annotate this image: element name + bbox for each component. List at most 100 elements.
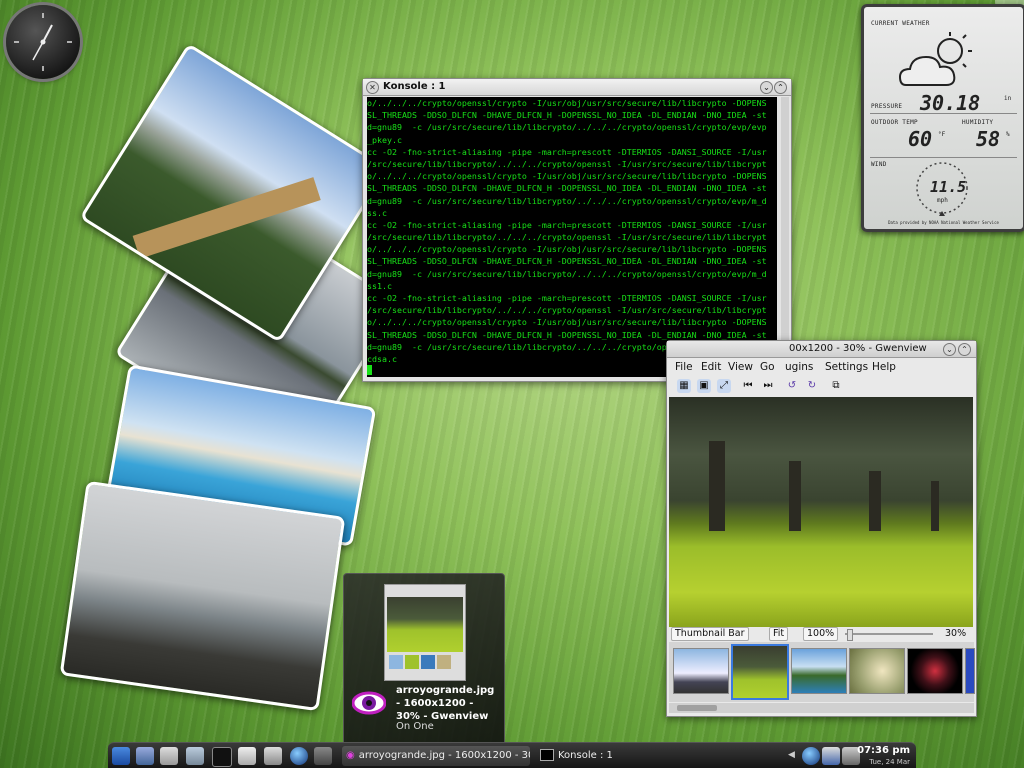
- terminal-line: cc -O2 -fno-strict-aliasing -pipe -march…: [367, 293, 767, 303]
- terminal-line: o/../../../crypto/openssl/crypto -I/usr/…: [367, 171, 767, 182]
- trash-icon[interactable]: [160, 747, 178, 765]
- thumbnail[interactable]: [849, 648, 905, 694]
- menu-view[interactable]: View: [728, 358, 753, 376]
- desktop[interactable]: CURRENT WEATHER PRESSURE 30.18 in OUTDOO…: [0, 0, 1024, 768]
- thumbnail[interactable]: [791, 648, 847, 694]
- divider: [870, 157, 1017, 158]
- terminal-icon[interactable]: [212, 747, 232, 767]
- thumbnail[interactable]: [673, 648, 729, 694]
- maximize-icon[interactable]: ⌃: [958, 343, 971, 356]
- browse-icon[interactable]: ▦: [677, 379, 691, 393]
- mini-thumb: [437, 655, 451, 669]
- terminal-line: SL_THREADS -DDSO_DLFCN -DHAVE_DLFCN_H -D…: [367, 329, 767, 340]
- kde-menu-icon[interactable]: [112, 747, 130, 765]
- image-viewer[interactable]: [669, 397, 973, 627]
- tree-trunk: [869, 471, 881, 531]
- minimize-icon[interactable]: ⌄: [760, 81, 773, 94]
- previous-icon[interactable]: ⏮: [741, 379, 755, 393]
- terminal-line: SL_THREADS -DDSO_DLFCN -DHAVE_DLFCN_H -D…: [367, 256, 767, 267]
- wind-label: WIND: [871, 161, 887, 168]
- partly-cloudy-icon: [898, 32, 972, 86]
- thumbnail[interactable]: [965, 648, 975, 694]
- pressure-label: PRESSURE: [871, 103, 903, 110]
- mini-thumb: [405, 655, 419, 669]
- maximize-icon[interactable]: ⌃: [774, 81, 787, 94]
- zoom-slider[interactable]: [845, 633, 933, 635]
- humidity-value: 58: [976, 127, 1001, 151]
- wind-value: 11.5: [930, 178, 967, 196]
- scrollbar-thumb[interactable]: [677, 705, 717, 711]
- menu-go[interactable]: Go: [760, 358, 775, 376]
- konsole-window[interactable]: ✕ Konsole : 1 ⌄ ⌃ o/../../../crypto/open…: [362, 78, 792, 382]
- task-konsole[interactable]: Konsole : 1: [536, 746, 686, 766]
- rotate-left-icon[interactable]: ↺: [785, 379, 799, 393]
- terminal-icon: [540, 749, 554, 761]
- terminal-line: d=gnu89 -c /usr/src/secure/lib/libcrypto…: [367, 268, 767, 279]
- preview-image: [387, 597, 463, 652]
- zoom-percent: 30%: [945, 628, 967, 639]
- gwenview-eye-icon: [352, 691, 386, 715]
- terminal-line: o/../../../crypto/openssl/crypto -I/usr/…: [367, 244, 767, 255]
- gwenview-title: 00x1200 - 30% - Gwenview: [789, 343, 927, 354]
- terminal-line: ss.c: [367, 207, 387, 218]
- menu-help[interactable]: Help: [872, 358, 896, 376]
- taskbar-clock[interactable]: 07:36 pm Tue, 24 Mar: [857, 745, 910, 767]
- terminal-output[interactable]: o/../../../crypto/openssl/crypto -I/usr/…: [367, 97, 777, 377]
- tree-trunk: [789, 461, 801, 531]
- terminal-line: _pkey.c: [367, 134, 402, 145]
- browser-globe-icon[interactable]: [290, 747, 308, 765]
- menu-file[interactable]: File: [675, 358, 693, 376]
- temp-value: 60: [908, 127, 933, 151]
- task-label: arroyogrande.jpg - 1600x1200 - 30%: [358, 750, 530, 761]
- thumbnail-bar-toggle[interactable]: Thumbnail Bar: [671, 627, 749, 641]
- weather-widget[interactable]: CURRENT WEATHER PRESSURE 30.18 in OUTDOO…: [861, 4, 1024, 232]
- zoom-100-button[interactable]: 100%: [803, 627, 839, 641]
- zoom-slider-handle[interactable]: [847, 629, 853, 641]
- rotate-right-icon[interactable]: ↻: [805, 379, 819, 393]
- analog-clock-widget[interactable]: [6, 5, 80, 79]
- tree-trunk: [931, 481, 939, 531]
- gwenview-window[interactable]: 00x1200 - 30% - Gwenview ⌄ ⌃ File Edit V…: [666, 340, 977, 717]
- photo-frame-coast[interactable]: [59, 480, 346, 712]
- task-gwenview[interactable]: ◉ arroyogrande.jpg - 1600x1200 - 30%: [342, 746, 530, 766]
- tray-arrow-icon[interactable]: ◀: [788, 750, 798, 762]
- terminal-line: cc -O2 -fno-strict-aliasing -pipe -march…: [367, 146, 767, 157]
- terminal-scrollbar[interactable]: [781, 97, 790, 377]
- gwenview-titlebar[interactable]: 00x1200 - 30% - Gwenview ⌄ ⌃: [667, 341, 976, 358]
- preview-window-name: arroyogrande.jpg - 1600x1200 - 30% - Gwe…: [396, 685, 495, 722]
- terminal-line: o/../../../crypto/openssl/crypto -I/usr/…: [367, 317, 767, 328]
- fullscreen-icon[interactable]: ⤢: [717, 379, 731, 393]
- pen-icon[interactable]: [238, 747, 256, 765]
- taskbar: ◉ arroyogrande.jpg - 1600x1200 - 30% Kons…: [108, 742, 916, 768]
- terminal-line: d=gnu89 -c /usr/src/secure/lib/libcrypto…: [367, 195, 767, 206]
- terminal-line: /src/secure/lib/libcrypto/../../../crypt…: [367, 305, 767, 316]
- task-label: Konsole : 1: [558, 750, 613, 761]
- mail-icon[interactable]: [264, 747, 282, 765]
- text-editor-icon[interactable]: [186, 747, 204, 765]
- klipper-icon[interactable]: [822, 747, 840, 765]
- next-icon[interactable]: ⏭: [761, 379, 775, 393]
- home-folder-icon[interactable]: [136, 747, 154, 765]
- thumbnail[interactable]: [907, 648, 963, 694]
- network-icon[interactable]: [802, 747, 820, 765]
- thumbnail-scrollbar[interactable]: [669, 703, 974, 713]
- fit-button[interactable]: Fit: [769, 627, 789, 641]
- gwenview-toolbar: ▦ ▣ ⤢ ⏮ ⏭ ↺ ↻ ⧉: [667, 377, 976, 397]
- menu-settings[interactable]: Settings: [825, 358, 868, 376]
- crop-icon[interactable]: ⧉: [829, 379, 843, 393]
- mini-thumb: [421, 655, 435, 669]
- menu-plugins[interactable]: ugins: [785, 358, 813, 376]
- gwenview-menubar: File Edit View Go ugins Settings Help: [667, 358, 976, 376]
- konsole-titlebar[interactable]: ✕ Konsole : 1 ⌄ ⌃: [363, 79, 791, 96]
- mini-thumb: [389, 655, 403, 669]
- terminal-line: SL_THREADS -DDSO_DLFCN -DHAVE_DLFCN_H -D…: [367, 110, 767, 121]
- temp-unit: °F: [938, 131, 946, 138]
- view-icon[interactable]: ▣: [697, 379, 711, 393]
- menu-edit[interactable]: Edit: [701, 358, 721, 376]
- terminal-line: SL_THREADS -DDSO_DLFCN -DHAVE_DLFCN_H -D…: [367, 183, 767, 194]
- close-icon[interactable]: ✕: [366, 81, 379, 94]
- pager-icon[interactable]: [314, 747, 332, 765]
- minimize-icon[interactable]: ⌄: [943, 343, 956, 356]
- divider: [870, 113, 1017, 114]
- thumbnail-selected[interactable]: [731, 644, 789, 700]
